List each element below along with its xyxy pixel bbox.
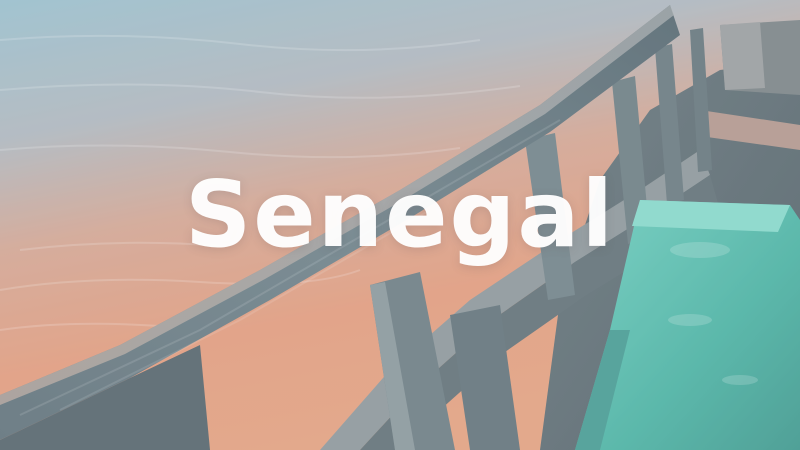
- hero-title: Senegal: [184, 161, 616, 268]
- hero-banner: Senegal: [0, 0, 800, 450]
